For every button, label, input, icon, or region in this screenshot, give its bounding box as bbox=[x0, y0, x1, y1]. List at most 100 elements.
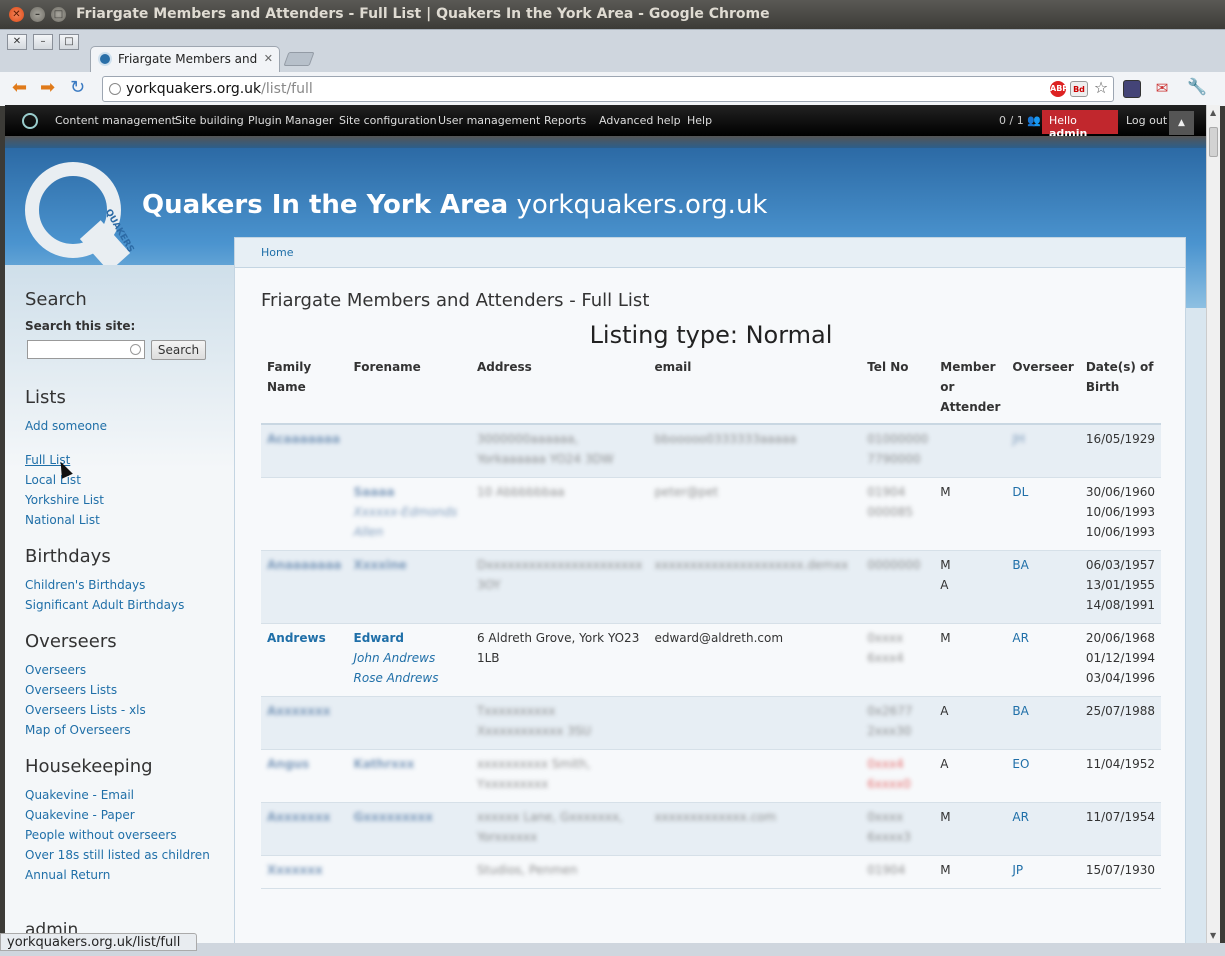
admin-menu-reports[interactable]: Reports bbox=[544, 114, 586, 127]
gmail-icon[interactable]: ✉ bbox=[1153, 80, 1171, 96]
quakevine-email-link[interactable]: Quakevine - Email bbox=[25, 788, 134, 802]
search-input[interactable] bbox=[27, 340, 145, 359]
window-close-icon[interactable]: ✕ bbox=[9, 7, 24, 22]
family-name-link[interactable]: Axxxxxxx bbox=[267, 704, 330, 718]
annual-return-link[interactable]: Annual Return bbox=[25, 868, 110, 882]
child-name-link[interactable]: Rose Andrews bbox=[354, 671, 439, 685]
window-maximize-icon[interactable]: □ bbox=[51, 7, 66, 22]
admin-menu-content-management[interactable]: Content management bbox=[55, 114, 176, 127]
family-name-link[interactable]: Angus bbox=[267, 757, 309, 771]
address-bar[interactable]: yorkquakers.org.uk/list/full ABP Bd ☆ bbox=[102, 76, 1114, 102]
family-name-link[interactable]: Anaaaaaaa bbox=[267, 558, 342, 572]
add-someone-link[interactable]: Add someone bbox=[25, 419, 107, 433]
yorkshire-list-link[interactable]: Yorkshire List bbox=[25, 493, 104, 507]
quaker-favicon-icon bbox=[98, 52, 112, 66]
table-row: Xxxxxxx Studios, Penmen 01904 M JP 15/07/1930 bbox=[261, 855, 1161, 889]
site-name[interactable]: Quakers In the York Area yorkquakers.org… bbox=[142, 190, 767, 220]
chrome-close-icon[interactable]: ✕ bbox=[7, 34, 27, 50]
overseers-lists-xls-link[interactable]: Overseers Lists - xls bbox=[25, 703, 146, 717]
overseer-link[interactable]: DL bbox=[1012, 485, 1028, 499]
extension-square-icon[interactable] bbox=[1123, 80, 1141, 98]
email-text: xxxxxxxxxxxxxxxxxxxxx.demxx bbox=[654, 558, 849, 572]
new-tab-button[interactable] bbox=[283, 52, 315, 66]
cell-overseer: AR bbox=[1006, 623, 1080, 697]
page-title: Friargate Members and Attenders - Full L… bbox=[261, 290, 650, 311]
tel-text: 01000000 7790000 bbox=[867, 432, 929, 466]
family-name-link[interactable]: Xxxxxxx bbox=[267, 863, 323, 877]
users-count: 0 / 1 bbox=[999, 114, 1024, 127]
cell-tel: 0xxxx 6xxx4 bbox=[861, 623, 935, 697]
forename-link[interactable]: Gxxxxxxxxx bbox=[354, 810, 434, 824]
quakevine-paper-link[interactable]: Quakevine - Paper bbox=[25, 808, 135, 822]
national-list-link[interactable]: National List bbox=[25, 513, 100, 527]
forename-link[interactable]: Edward bbox=[354, 631, 404, 645]
significant-birthdays-link[interactable]: Significant Adult Birthdays bbox=[25, 598, 184, 612]
family-name-link[interactable]: Acaaaaaaa bbox=[267, 432, 340, 446]
reload-icon[interactable]: ↻ bbox=[70, 79, 85, 97]
extension-icon[interactable]: Bd bbox=[1070, 81, 1088, 97]
bookmark-star-icon[interactable]: ☆ bbox=[1092, 80, 1110, 96]
overseers-link[interactable]: Overseers bbox=[25, 663, 86, 677]
adblock-icon[interactable]: ABP bbox=[1050, 81, 1068, 97]
overseer-link[interactable]: BA bbox=[1012, 558, 1028, 572]
search-button[interactable]: Search bbox=[151, 340, 206, 360]
overseer-link[interactable]: AR bbox=[1012, 810, 1029, 824]
wrench-icon[interactable]: 🔧 bbox=[1187, 79, 1207, 95]
scrollbar-thumb[interactable] bbox=[1209, 127, 1218, 157]
chrome-minimize-icon[interactable]: – bbox=[33, 34, 53, 50]
chrome-maximize-icon[interactable]: □ bbox=[59, 34, 79, 50]
family-name-link[interactable]: Axxxxxxx bbox=[267, 810, 330, 824]
local-list-link[interactable]: Local List bbox=[25, 473, 81, 487]
quakers-logo-icon[interactable]: QUAKERS bbox=[25, 162, 135, 272]
breadcrumb-home-link[interactable]: Home bbox=[261, 246, 293, 259]
admin-menu-advanced-help[interactable]: Advanced help bbox=[599, 114, 681, 127]
page-scrollbar[interactable]: ▲ ▼ bbox=[1206, 105, 1220, 943]
col-overseer[interactable]: Overseer bbox=[1006, 357, 1080, 425]
forename-link[interactable]: Saaaa bbox=[354, 485, 395, 499]
scroll-up-icon[interactable]: ▲ bbox=[1210, 108, 1216, 117]
window-title: Friargate Members and Attenders - Full L… bbox=[76, 6, 770, 22]
family-name-link[interactable]: Andrews bbox=[267, 631, 326, 645]
window-minimize-icon[interactable]: – bbox=[30, 7, 45, 22]
forward-arrow-icon[interactable]: ➡ bbox=[40, 79, 55, 97]
browser-tab[interactable]: Friargate Members and At ✕ bbox=[90, 46, 280, 72]
child-name-link[interactable]: Xxxxxx-Edmonds Allen bbox=[354, 505, 458, 539]
hello-user-badge[interactable]: Hello admin bbox=[1042, 110, 1118, 140]
people-without-overseers-link[interactable]: People without overseers bbox=[25, 828, 177, 842]
admin-menu-toggle-icon[interactable]: ▲ bbox=[1169, 111, 1194, 135]
admin-menu-user-management[interactable]: User management bbox=[438, 114, 540, 127]
over-18s-link[interactable]: Over 18s still listed as children bbox=[25, 848, 210, 862]
col-email[interactable]: email bbox=[648, 357, 862, 425]
overseer-link[interactable]: AR bbox=[1012, 631, 1029, 645]
logout-link[interactable]: Log out bbox=[1126, 114, 1167, 127]
overseers-lists-link[interactable]: Overseers Lists bbox=[25, 683, 117, 697]
overseer-link[interactable]: JP bbox=[1012, 863, 1023, 877]
forename-link[interactable]: Kathrxxx bbox=[354, 757, 415, 771]
scroll-down-icon[interactable]: ▼ bbox=[1210, 931, 1216, 940]
date-of-birth-text: 25/07/1988 bbox=[1085, 704, 1155, 718]
col-forename[interactable]: Forename bbox=[347, 357, 471, 425]
hello-text: Hello bbox=[1049, 114, 1077, 127]
col-dates-of-birth[interactable]: Date(s) of Birth bbox=[1079, 357, 1161, 425]
tab-close-icon[interactable]: ✕ bbox=[264, 52, 273, 65]
overseer-link[interactable]: EO bbox=[1012, 757, 1029, 771]
admin-menu-site-configuration[interactable]: Site configuration bbox=[339, 114, 437, 127]
map-of-overseers-link[interactable]: Map of Overseers bbox=[25, 723, 131, 737]
overseer-link[interactable]: BA bbox=[1012, 704, 1028, 718]
admin-menu-plugin-manager[interactable]: Plugin Manager bbox=[248, 114, 333, 127]
col-family-name[interactable]: Family Name bbox=[261, 357, 348, 425]
child-name-link[interactable]: John Andrews bbox=[354, 651, 436, 665]
admin-menu-help[interactable]: Help bbox=[687, 114, 712, 127]
col-member-or-attender[interactable]: Member or Attender bbox=[934, 357, 1007, 425]
address-text: 6 Aldreth Grove, York YO23 1LB bbox=[476, 631, 640, 665]
cell-overseer: JH bbox=[1006, 424, 1080, 478]
cell-family-name: Acaaaaaaa bbox=[261, 424, 348, 478]
back-arrow-icon[interactable]: ⬅ bbox=[12, 79, 27, 97]
forename-link[interactable]: Xxxxine bbox=[354, 558, 407, 572]
admin-menu-site-building[interactable]: Site building bbox=[175, 114, 244, 127]
overseer-link[interactable]: JH bbox=[1012, 432, 1025, 446]
col-address[interactable]: Address bbox=[470, 357, 649, 425]
col-tel-no[interactable]: Tel No bbox=[861, 357, 935, 425]
childrens-birthdays-link[interactable]: Children's Birthdays bbox=[25, 578, 145, 592]
admin-logo-icon[interactable] bbox=[22, 113, 38, 129]
